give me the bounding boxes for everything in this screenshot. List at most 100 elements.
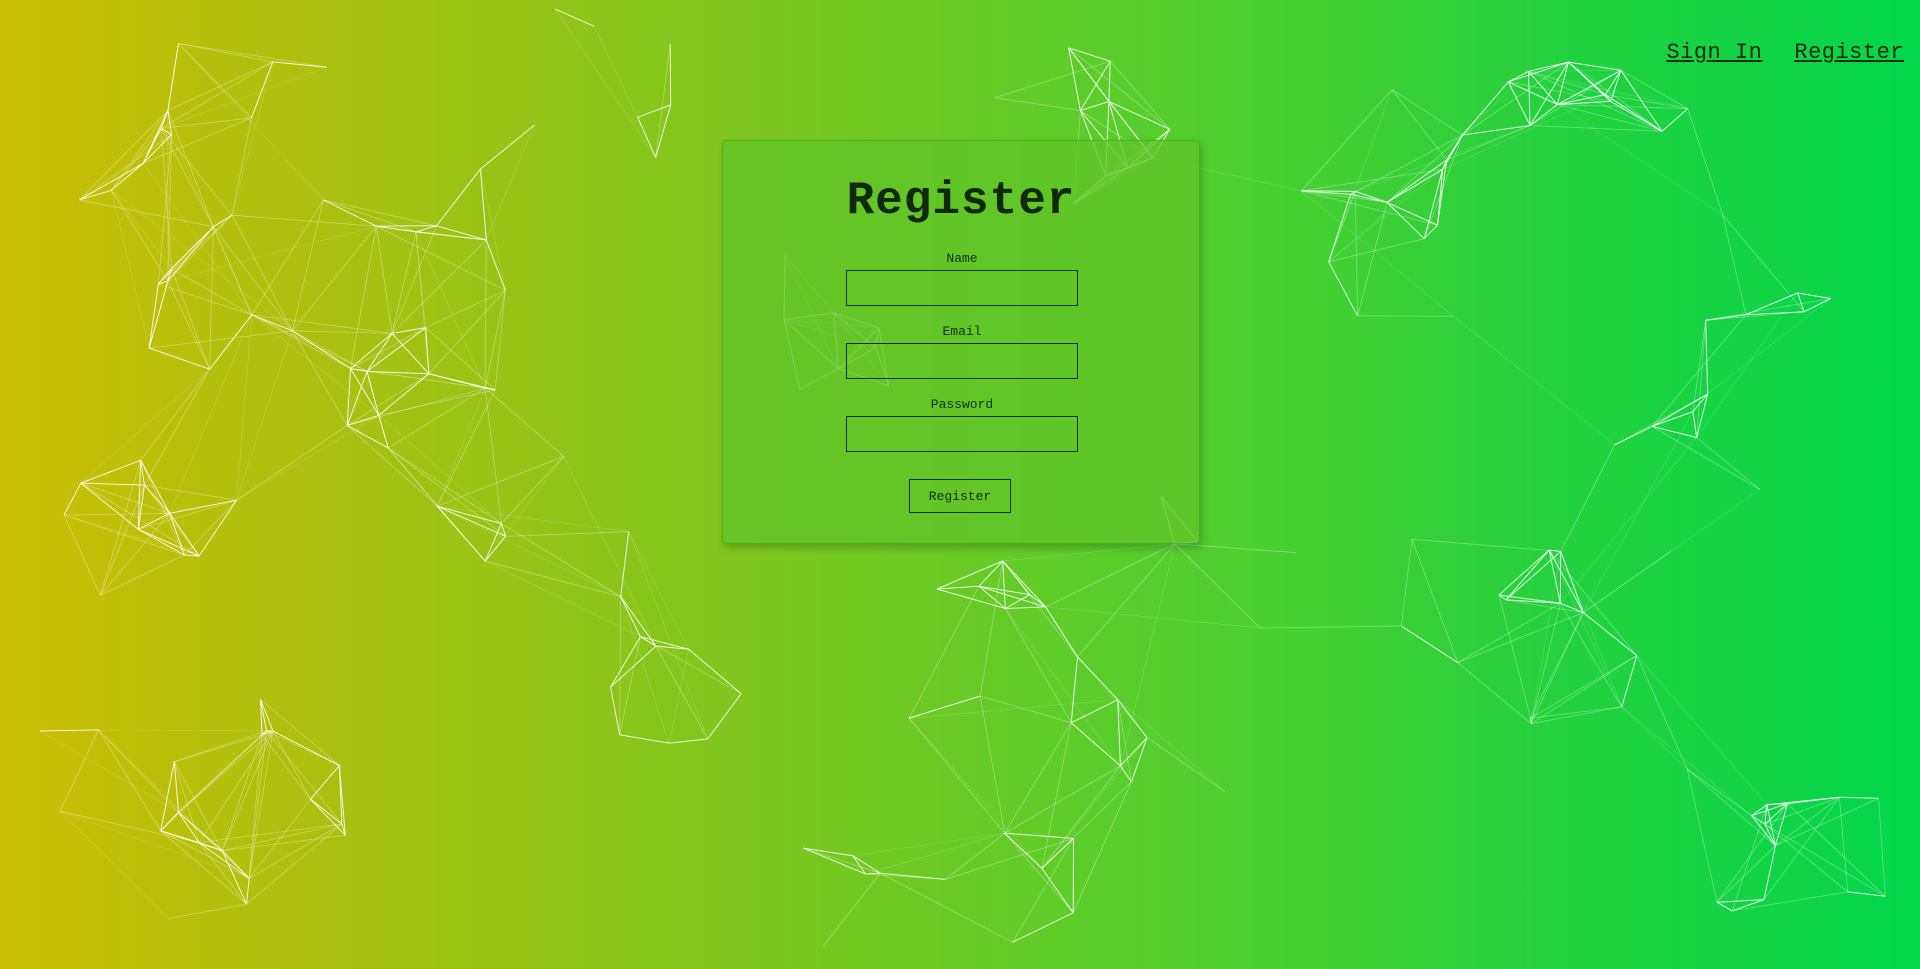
network-line: [1508, 81, 1558, 105]
network-line: [346, 425, 389, 449]
network-line: [707, 693, 742, 740]
network-line: [1878, 798, 1886, 897]
network-line: [1707, 298, 1831, 395]
network-line: [63, 482, 82, 516]
network-line: [1620, 69, 1688, 109]
network-line: [167, 225, 377, 282]
network-line: [251, 314, 351, 369]
network-line: [978, 585, 1046, 608]
network-line: [138, 512, 170, 530]
network-line: [137, 460, 142, 530]
sign-in-link[interactable]: Sign In: [1666, 40, 1762, 65]
network-line: [198, 730, 274, 843]
network-line: [415, 231, 427, 328]
network-line: [338, 765, 346, 836]
network-line: [148, 280, 169, 349]
network-line: [1530, 551, 1562, 724]
network-line: [1732, 899, 1765, 912]
network-line: [169, 513, 185, 556]
network-line: [1716, 901, 1733, 912]
network-line: [346, 333, 393, 426]
network-line: [908, 695, 981, 719]
network-line: [1651, 393, 1708, 427]
network-line: [880, 872, 1013, 943]
network-line: [908, 586, 980, 719]
network-line: [248, 730, 267, 879]
network-line: [1557, 69, 1622, 105]
network-line: [167, 226, 214, 282]
network-line: [246, 878, 250, 905]
network-line: [1847, 891, 1886, 897]
network-line: [1686, 768, 1752, 817]
network-line: [1508, 81, 1611, 102]
network-line: [484, 387, 565, 457]
network-line: [1763, 797, 1840, 900]
network-line: [1530, 655, 1638, 725]
network-line: [1528, 70, 1558, 105]
password-input[interactable]: [846, 416, 1078, 452]
network-line: [1705, 314, 1746, 321]
network-line: [231, 215, 293, 331]
network-line: [1651, 426, 1760, 490]
network-line: [167, 214, 233, 282]
network-line: [822, 872, 881, 947]
network-line: [1764, 823, 1776, 847]
network-line: [1560, 437, 1697, 604]
network-line: [688, 648, 742, 695]
network-line: [168, 903, 247, 919]
network-line: [198, 499, 237, 557]
name-input[interactable]: [846, 270, 1078, 306]
network-line: [619, 636, 641, 735]
network-line: [1530, 612, 1584, 724]
network-line: [79, 189, 112, 201]
network-line: [415, 231, 430, 374]
network-line: [222, 823, 342, 852]
network-line: [198, 842, 250, 879]
network-line: [178, 730, 274, 813]
network-line: [80, 482, 170, 514]
network-line: [260, 699, 340, 766]
network-line: [1839, 797, 1849, 892]
network-line: [1604, 70, 1622, 95]
network-line: [138, 528, 185, 556]
network-line: [1787, 803, 1886, 897]
network-line: [236, 414, 379, 501]
network-line: [1012, 912, 1074, 943]
network-line: [350, 368, 380, 416]
name-field-group: Name: [846, 251, 1078, 306]
network-line: [169, 513, 200, 557]
network-line: [251, 314, 380, 416]
register-link[interactable]: Register: [1794, 40, 1904, 65]
network-line: [1401, 539, 1413, 627]
network-line: [387, 447, 438, 507]
network-line: [1696, 437, 1760, 490]
network-line: [936, 585, 979, 590]
network-line: [1636, 655, 1768, 805]
network-line: [1557, 100, 1611, 105]
network-line: [167, 43, 179, 111]
network-line: [178, 811, 200, 843]
network-line: [1068, 47, 1110, 102]
network-line: [251, 314, 293, 332]
network-line: [140, 460, 171, 514]
network-line: [63, 514, 200, 557]
network-line: [198, 842, 247, 905]
network-line: [160, 128, 233, 216]
network-line: [378, 415, 389, 449]
network-line: [1557, 104, 1663, 132]
network-line: [1391, 89, 1448, 161]
network-line: [1651, 425, 1697, 438]
network-line: [161, 66, 327, 129]
network-line: [1705, 320, 1709, 394]
network-line: [1423, 224, 1438, 240]
network-line: [391, 333, 430, 375]
network-line: [640, 636, 657, 647]
network-line: [1350, 134, 1463, 195]
network-line: [1528, 71, 1531, 126]
network-line: [1072, 781, 1132, 913]
register-button[interactable]: Register: [909, 479, 1011, 513]
network-line: [994, 60, 1111, 99]
email-input[interactable]: [846, 343, 1078, 379]
network-line: [98, 729, 162, 832]
network-line: [1692, 320, 1707, 412]
